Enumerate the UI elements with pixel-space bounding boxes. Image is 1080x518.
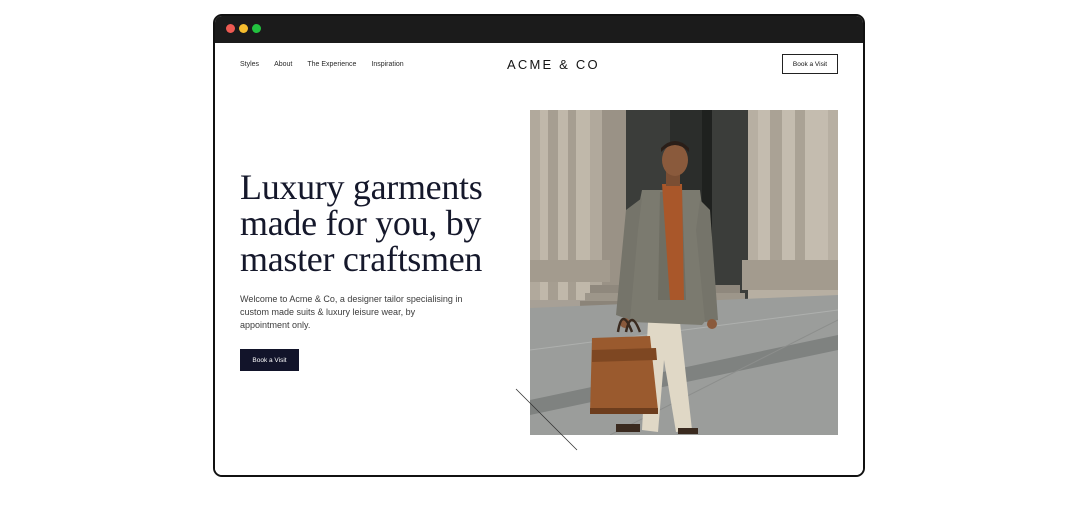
nav-item-the-experience[interactable]: The Experience [307,61,356,68]
hero-headline: Luxury garments made for you, by master … [240,167,483,279]
brand-logo[interactable]: ACME & CO [507,57,600,72]
hero-photo [530,110,838,435]
nav-item-inspiration[interactable]: Inspiration [371,61,403,68]
window-minimize-icon[interactable] [239,24,248,33]
decorative-line [515,388,578,451]
nav-item-about[interactable]: About [274,61,292,68]
book-visit-cta-button[interactable]: Book a Visit [240,349,299,371]
window-zoom-icon[interactable] [252,24,261,33]
browser-window: Styles About The Experience Inspiration … [213,14,865,477]
window-titlebar [215,16,863,43]
page-content: Styles About The Experience Inspiration … [215,43,863,475]
nav-item-styles[interactable]: Styles [240,61,259,68]
main-nav: Styles About The Experience Inspiration [240,61,404,68]
hero-intro: Welcome to Acme & Co, a designer tailor … [240,294,463,330]
window-close-icon[interactable] [226,24,235,33]
book-visit-header-button[interactable]: Book a Visit [782,54,838,74]
